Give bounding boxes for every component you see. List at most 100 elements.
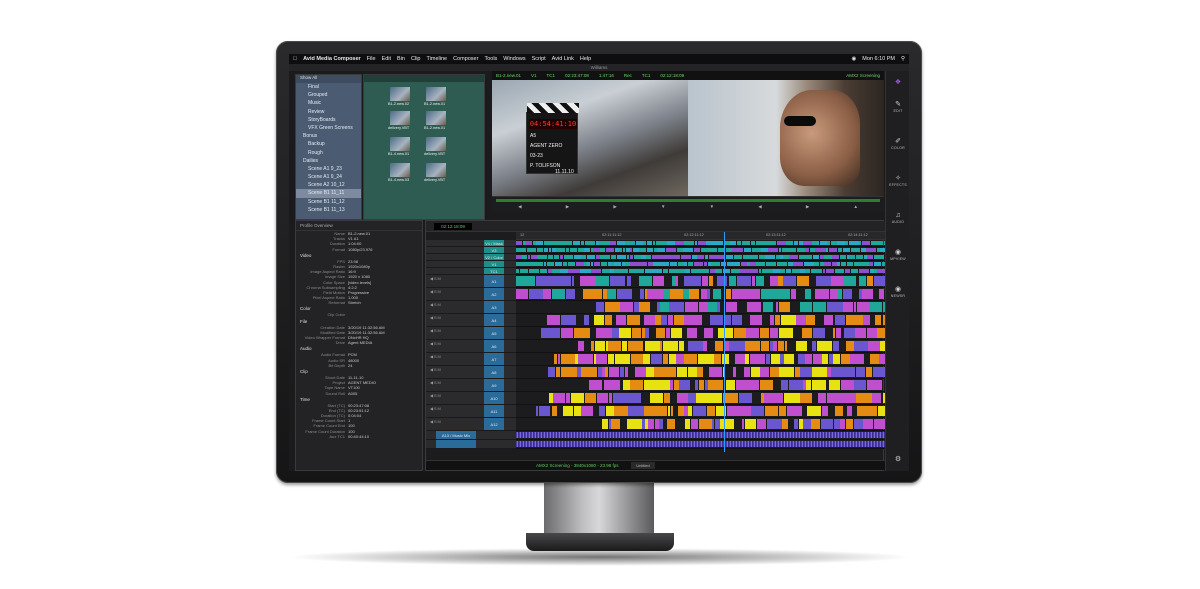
- timeline-clip[interactable]: [769, 380, 773, 390]
- clock[interactable]: Mon 6:10 PM: [862, 56, 895, 62]
- timeline-clip[interactable]: [740, 262, 747, 266]
- source-clip-name[interactable]: B1-2.new.01: [496, 73, 521, 78]
- timeline-clip[interactable]: [840, 380, 854, 390]
- timeline-clip[interactable]: [726, 380, 736, 390]
- timeline-clip[interactable]: [842, 248, 851, 252]
- timeline-clip[interactable]: [755, 241, 766, 245]
- timeline-clip[interactable]: [583, 289, 591, 299]
- track-volume-icon[interactable]: ◀ S M: [430, 367, 441, 372]
- timeline-clip[interactable]: [822, 354, 829, 364]
- timeline-clip[interactable]: [547, 269, 552, 273]
- timeline-clip[interactable]: [759, 380, 769, 390]
- timeline-clip[interactable]: [698, 302, 708, 312]
- search-icon[interactable]: ⚲: [901, 56, 905, 62]
- track-header[interactable]: A5 ◀ S M: [426, 327, 516, 340]
- timeline-clip[interactable]: [573, 328, 590, 338]
- bin-item[interactable]: Bonus: [296, 132, 361, 140]
- timeline-clip[interactable]: [530, 255, 537, 259]
- timeline-clip[interactable]: [783, 276, 797, 286]
- track-name[interactable]: A1: [484, 275, 504, 287]
- timeline-clip[interactable]: [826, 393, 841, 403]
- timeline-clip[interactable]: [858, 269, 870, 273]
- timeline-clip[interactable]: [855, 255, 864, 259]
- clip-thumbnail[interactable]: [426, 87, 446, 101]
- timeline-clip[interactable]: [806, 380, 812, 390]
- timeline-clip[interactable]: [601, 269, 610, 273]
- timeline-clip[interactable]: [870, 241, 879, 245]
- timeline-clip[interactable]: [751, 367, 760, 377]
- timeline-clip[interactable]: [866, 248, 877, 252]
- timeline-clip[interactable]: [778, 302, 791, 312]
- track-area[interactable]: [516, 301, 885, 314]
- bin-item[interactable]: Dailies: [296, 157, 361, 165]
- timeline-clip[interactable]: [729, 341, 745, 351]
- track-name[interactable]: A10: [484, 392, 504, 404]
- track-name[interactable]: A8: [484, 366, 504, 378]
- timeline-clip[interactable]: [820, 419, 834, 429]
- track-header[interactable]: A6 ◀ S M: [426, 340, 516, 353]
- timeline-clip[interactable]: [863, 419, 874, 429]
- timeline-clip[interactable]: [859, 276, 867, 286]
- timeline-clip[interactable]: [596, 302, 605, 312]
- bin-item[interactable]: Music: [296, 99, 361, 107]
- timeline-clip[interactable]: [838, 289, 843, 299]
- timeline-clip[interactable]: [644, 269, 653, 273]
- timeline-clip[interactable]: [768, 248, 779, 252]
- timeline-clip[interactable]: [835, 328, 841, 338]
- timeline-clip[interactable]: [646, 367, 654, 377]
- timeline-clip[interactable]: [643, 380, 657, 390]
- timeline-clip[interactable]: [635, 241, 643, 245]
- timeline-clip[interactable]: [882, 302, 885, 312]
- timeline-clip[interactable]: [670, 289, 680, 299]
- timeline-clip[interactable]: [849, 315, 863, 325]
- timeline-clip[interactable]: [600, 248, 606, 252]
- track-area[interactable]: [516, 340, 885, 353]
- timeline-clip[interactable]: [665, 248, 677, 252]
- timeline-clip[interactable]: [612, 328, 619, 338]
- track-name[interactable]: A3: [484, 301, 504, 313]
- clip-thumbnail[interactable]: [390, 111, 410, 125]
- clip-thumbnail[interactable]: [390, 87, 410, 101]
- timeline-clip[interactable]: [806, 255, 813, 259]
- timeline-clip[interactable]: [841, 393, 856, 403]
- timeline-clip[interactable]: [635, 367, 646, 377]
- timeline-clip[interactable]: [831, 367, 846, 377]
- timeline-clip[interactable]: [820, 262, 824, 266]
- timeline-clip[interactable]: [846, 367, 856, 377]
- timeline-clip[interactable]: [717, 241, 724, 245]
- timeline-clip[interactable]: [588, 393, 597, 403]
- clip-thumbnail[interactable]: [390, 137, 410, 151]
- timeline-clip[interactable]: [516, 276, 521, 286]
- track-header[interactable]: V3: [426, 247, 516, 254]
- timeline-clip[interactable]: [594, 341, 606, 351]
- timeline-clip[interactable]: [580, 241, 585, 245]
- track-name[interactable]: V3: [484, 247, 504, 253]
- track-header[interactable]: A1 ◀ S M: [426, 275, 516, 288]
- timeline-clip[interactable]: [833, 248, 838, 252]
- timeline-clip[interactable]: [625, 248, 630, 252]
- timeline-clip[interactable]: [760, 289, 775, 299]
- timeline-clip[interactable]: [770, 354, 780, 364]
- timeline-clip[interactable]: [847, 406, 852, 416]
- timeline-clip[interactable]: [610, 241, 616, 245]
- timeline-clip[interactable]: [662, 354, 669, 364]
- timeline-clip[interactable]: [812, 328, 825, 338]
- timeline-clip[interactable]: [614, 248, 619, 252]
- mark-out-icon[interactable]: ▶: [613, 204, 616, 210]
- timeline-clip[interactable]: [738, 393, 752, 403]
- timeline-clip[interactable]: [655, 315, 661, 325]
- timeline-clip[interactable]: [706, 241, 717, 245]
- timeline-clip[interactable]: [850, 354, 865, 364]
- timeline-clip[interactable]: [778, 406, 787, 416]
- timeline-clip[interactable]: [537, 255, 548, 259]
- timeline-clip[interactable]: [543, 289, 552, 299]
- timeline-clip[interactable]: [696, 393, 711, 403]
- timeline-clip[interactable]: [546, 315, 561, 325]
- track-volume-icon[interactable]: ◀ S M: [430, 302, 441, 307]
- timeline-clip[interactable]: [565, 393, 571, 403]
- timeline-clip[interactable]: [766, 241, 777, 245]
- timeline-clip[interactable]: [676, 248, 683, 252]
- timeline-clip[interactable]: [536, 241, 544, 245]
- clip-thumbnail[interactable]: [426, 137, 446, 151]
- timeline-clip[interactable]: [697, 255, 705, 259]
